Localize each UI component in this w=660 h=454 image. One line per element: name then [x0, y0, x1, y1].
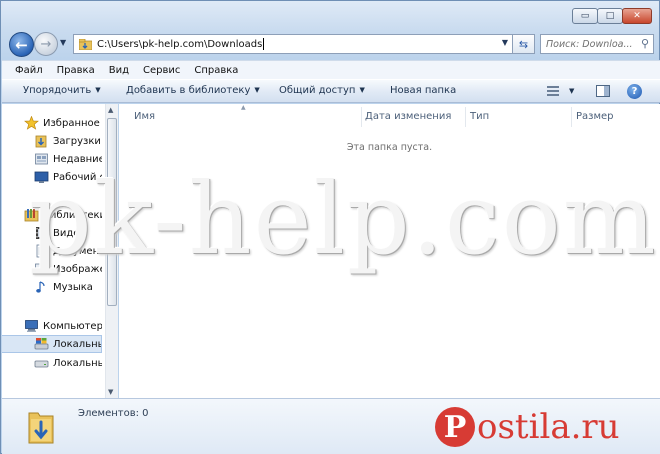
maximize-icon: □: [605, 11, 615, 21]
address-path: C:\Users\pk-help.com\Downloads: [97, 38, 263, 50]
address-row: ← → ▼ C:\Users\pk-help.com\Downloads ▼ ⇆…: [1, 29, 659, 59]
minimize-icon: ▭: [580, 11, 590, 21]
star-icon: [24, 115, 39, 130]
downloads-folder-icon: [34, 134, 49, 148]
nav-downloads-label: Загрузки: [53, 135, 101, 147]
forward-button[interactable]: →: [34, 32, 58, 56]
arrow-left-icon: ←: [15, 35, 28, 54]
search-icon: ⚲: [640, 37, 649, 50]
close-icon: ✕: [633, 11, 641, 21]
column-type[interactable]: Тип: [470, 111, 489, 122]
postila-logo: P: [435, 407, 475, 447]
details-pane: Элементов: 0 P ostila.ru: [2, 398, 660, 454]
maximize-button[interactable]: □: [597, 8, 623, 24]
views-icon[interactable]: [547, 86, 559, 97]
column-divider[interactable]: [361, 107, 362, 127]
sort-up-icon: ▲: [241, 104, 246, 111]
chevron-down-icon: ▼: [254, 86, 260, 94]
column-name[interactable]: Имя: [134, 111, 155, 122]
organize-button[interactable]: Упорядочить ▼: [23, 85, 101, 96]
nav-favorites[interactable]: Избранное: [2, 114, 102, 132]
computer-icon: [24, 319, 39, 333]
chevron-down-icon[interactable]: ▼: [502, 38, 508, 47]
watermark-text: pk-help.com: [29, 163, 658, 277]
hard-drive-icon: [34, 356, 49, 370]
new-folder-button[interactable]: Новая папка: [390, 85, 456, 96]
scroll-down-icon[interactable]: ▼: [108, 388, 113, 396]
empty-folder-message: Эта папка пуста.: [346, 142, 433, 153]
postila-text: ostila.ru: [477, 407, 620, 447]
back-button[interactable]: ←: [9, 32, 34, 57]
nav-downloads[interactable]: Загрузки: [2, 132, 102, 150]
window-controls: ▭ □ ✕: [572, 8, 652, 24]
refresh-icon: ⇆: [518, 37, 529, 51]
close-button[interactable]: ✕: [622, 8, 652, 24]
address-bar[interactable]: C:\Users\pk-help.com\Downloads ▼: [73, 34, 513, 54]
column-date-modified[interactable]: Дата изменения: [365, 111, 451, 122]
downloads-folder-icon: [28, 412, 54, 444]
arrow-right-icon: →: [40, 36, 52, 52]
minimize-button[interactable]: ▭: [572, 8, 598, 24]
column-divider[interactable]: [571, 107, 572, 127]
chevron-down-icon: ▼: [95, 86, 101, 94]
music-library-icon: [34, 280, 49, 294]
system-drive-icon: [34, 337, 49, 351]
postila-watermark: P ostila.ru: [435, 399, 620, 454]
column-size[interactable]: Размер: [576, 111, 614, 122]
command-bar: Упорядочить ▼ Добавить в библиотеку ▼ Общи…: [2, 79, 660, 103]
search-box[interactable]: ⚲: [540, 34, 654, 54]
nav-local-disk-2-label: Локальны: [53, 357, 102, 369]
menu-file[interactable]: Файл: [2, 65, 50, 76]
nav-favorites-label: Избранное: [43, 117, 100, 129]
items-count: Элементов: 0: [78, 408, 149, 419]
chevron-down-icon: ▼: [359, 86, 365, 94]
search-input[interactable]: [546, 38, 638, 50]
nav-music[interactable]: Музыка: [2, 278, 102, 296]
share-label: Общий доступ: [279, 85, 356, 96]
recent-pages-dropdown[interactable]: ▼: [60, 38, 66, 47]
add-to-library-label: Добавить в библиотеку: [126, 85, 251, 96]
title-bar: ▭ □ ✕: [1, 1, 659, 29]
add-to-library-button[interactable]: Добавить в библиотеку ▼: [126, 85, 260, 96]
menu-edit[interactable]: Правка: [50, 65, 102, 76]
menu-help[interactable]: Справка: [187, 65, 245, 76]
preview-pane-icon[interactable]: [596, 85, 610, 97]
folder-icon: [79, 38, 92, 50]
nav-local-disk-1-label: Локальны: [53, 338, 102, 350]
text-cursor: [263, 38, 265, 50]
share-button[interactable]: Общий доступ ▼: [279, 85, 365, 96]
nav-local-disk-2[interactable]: Локальны: [2, 354, 102, 372]
column-divider[interactable]: [465, 107, 466, 127]
explorer-window: ▭ □ ✕ ← → ▼ C:\Users\pk-help.com\Downloa…: [0, 0, 660, 454]
help-icon[interactable]: ?: [627, 84, 642, 99]
chevron-down-icon[interactable]: ▼: [569, 87, 574, 95]
organize-label: Упорядочить: [23, 85, 92, 96]
menu-bar: Файл Правка Вид Сервис Справка: [2, 60, 660, 79]
nav-computer[interactable]: Компьютер: [2, 317, 102, 335]
nav-computer-label: Компьютер: [43, 320, 102, 332]
refresh-button[interactable]: ⇆: [513, 34, 535, 54]
nav-local-disk-1[interactable]: Локальны: [2, 335, 102, 353]
menu-view[interactable]: Вид: [102, 65, 136, 76]
menu-tools[interactable]: Сервис: [136, 65, 187, 76]
nav-music-label: Музыка: [53, 281, 93, 293]
scroll-up-icon[interactable]: ▲: [108, 106, 113, 114]
